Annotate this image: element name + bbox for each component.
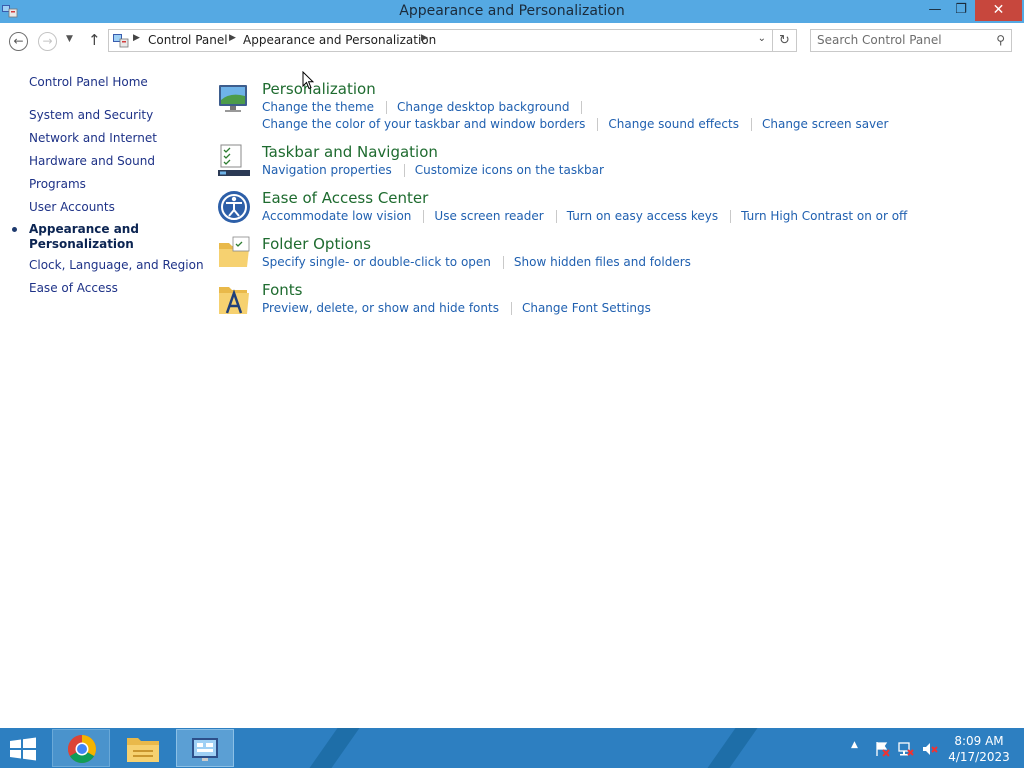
personalization-icon[interactable]	[216, 80, 252, 116]
chevron-down-icon[interactable]: ⌄	[758, 33, 766, 44]
fonts-icon[interactable]	[216, 281, 252, 317]
sidebar-item-programs[interactable]: Programs	[29, 177, 86, 191]
fonts-links: Preview, delete, or show and hide fonts C…	[262, 301, 651, 315]
fonts-title-link[interactable]: Fonts	[262, 281, 302, 299]
ease-of-access-links: Accommodate low vision Use screen reader T…	[262, 209, 907, 223]
navigation-properties-link[interactable]: Navigation properties	[262, 163, 392, 177]
taskbar: ▲ 8:09 AM 4/17/2023	[0, 728, 1024, 768]
control-panel-taskbar-icon	[192, 738, 218, 761]
volume-muted-icon[interactable]	[922, 741, 938, 757]
folder-options-links: Specify single- or double-click to open S…	[262, 255, 691, 269]
chrome-icon	[68, 735, 96, 763]
change-desktop-background-link[interactable]: Change desktop background	[397, 100, 569, 114]
personalization-links-row-2: Change the color of your taskbar and win…	[262, 117, 888, 131]
preview-delete-fonts-link[interactable]: Preview, delete, or show and hide fonts	[262, 301, 499, 315]
change-theme-link[interactable]: Change the theme	[262, 100, 374, 114]
control-panel-icon	[113, 34, 129, 48]
restore-button[interactable]: ❐	[948, 0, 974, 21]
easy-access-keys-link[interactable]: Turn on easy access keys	[567, 209, 718, 223]
single-double-click-link[interactable]: Specify single- or double-click to open	[262, 255, 491, 269]
use-screen-reader-link[interactable]: Use screen reader	[434, 209, 543, 223]
sidebar-control-panel-home[interactable]: Control Panel Home	[29, 75, 148, 89]
taskbar-decoration	[295, 728, 367, 768]
file-explorer-icon	[127, 738, 159, 762]
up-button[interactable]: ↑	[88, 31, 101, 49]
change-taskbar-color-link[interactable]: Change the color of your taskbar and win…	[262, 117, 585, 131]
show-hidden-icons-button[interactable]: ▲	[851, 740, 858, 768]
taskbar-decoration	[693, 728, 765, 768]
accommodate-low-vision-link[interactable]: Accommodate low vision	[262, 209, 411, 223]
recent-locations-button[interactable]: ▼	[66, 34, 73, 44]
search-box[interactable]: ⚲	[810, 29, 1012, 52]
search-icon[interactable]: ⚲	[996, 33, 1005, 47]
sidebar-item-clock-language-region[interactable]: Clock, Language, and Region	[29, 258, 204, 272]
change-screen-saver-link[interactable]: Change screen saver	[762, 117, 889, 131]
current-item-bullet-icon	[12, 227, 17, 232]
sidebar-item-user-accounts[interactable]: User Accounts	[29, 200, 115, 214]
window-title: Appearance and Personalization	[399, 3, 625, 19]
sidebar-item-hardware-sound[interactable]: Hardware and Sound	[29, 154, 155, 168]
search-input[interactable]	[817, 33, 987, 47]
change-sound-effects-link[interactable]: Change sound effects	[608, 117, 739, 131]
address-bar[interactable]: ▶ Control Panel ▶ Appearance and Persona…	[108, 29, 773, 52]
refresh-button[interactable]: ↻	[773, 29, 797, 52]
clock-time: 8:09 AM	[954, 734, 1004, 748]
back-button[interactable]: ←	[9, 32, 28, 51]
navigation-bar: ← → ▼ ↑ ▶ Control Panel ▶ Appearance and…	[0, 23, 1024, 61]
breadcrumb-appearance[interactable]: Appearance and Personalization	[243, 33, 436, 47]
taskbar-navigation-title-link[interactable]: Taskbar and Navigation	[262, 143, 438, 161]
network-icon[interactable]	[898, 741, 914, 757]
personalization-title-link[interactable]: Personalization	[262, 80, 376, 98]
folder-options-icon[interactable]	[216, 235, 252, 271]
ease-of-access-icon[interactable]	[216, 189, 252, 225]
folder-options-title-link[interactable]: Folder Options	[262, 235, 371, 253]
high-contrast-link[interactable]: Turn High Contrast on or off	[741, 209, 907, 223]
sidebar-item-system-security[interactable]: System and Security	[29, 108, 153, 122]
forward-button[interactable]: →	[38, 32, 57, 51]
breadcrumb-separator[interactable]: ▶	[421, 33, 428, 43]
title-bar: Appearance and Personalization — ❐ ✕	[0, 0, 1024, 23]
close-button[interactable]: ✕	[975, 0, 1022, 21]
breadcrumb-control-panel[interactable]: Control Panel	[148, 33, 228, 47]
mouse-cursor-icon	[302, 71, 314, 90]
ease-of-access-title-link[interactable]: Ease of Access Center	[262, 189, 428, 207]
taskbar-chrome-button[interactable]	[52, 729, 110, 767]
taskbar-control-panel-button[interactable]	[176, 729, 234, 767]
show-hidden-files-link[interactable]: Show hidden files and folders	[514, 255, 691, 269]
system-clock[interactable]: 8:09 AM 4/17/2023	[944, 733, 1014, 765]
customize-taskbar-icons-link[interactable]: Customize icons on the taskbar	[415, 163, 604, 177]
sidebar-item-network-internet[interactable]: Network and Internet	[29, 131, 157, 145]
sidebar-item-appearance-current: Appearance and Personalization	[29, 222, 139, 251]
taskbar-file-explorer-button[interactable]	[114, 729, 172, 767]
taskbar-navigation-links: Navigation properties Customize icons on …	[262, 163, 604, 177]
clock-date: 4/17/2023	[948, 750, 1010, 764]
action-center-flag-icon[interactable]	[874, 741, 890, 757]
breadcrumb-separator[interactable]: ▶	[229, 33, 236, 43]
taskbar-icon[interactable]	[216, 143, 252, 179]
breadcrumb-separator[interactable]: ▶	[133, 33, 140, 43]
sidebar-item-ease-of-access[interactable]: Ease of Access	[29, 281, 118, 295]
personalization-links-row-1: Change the theme Change desktop backgroun…	[262, 100, 592, 114]
minimize-button[interactable]: —	[922, 0, 948, 21]
change-font-settings-link[interactable]: Change Font Settings	[522, 301, 651, 315]
start-button-windows-icon[interactable]	[8, 737, 38, 761]
